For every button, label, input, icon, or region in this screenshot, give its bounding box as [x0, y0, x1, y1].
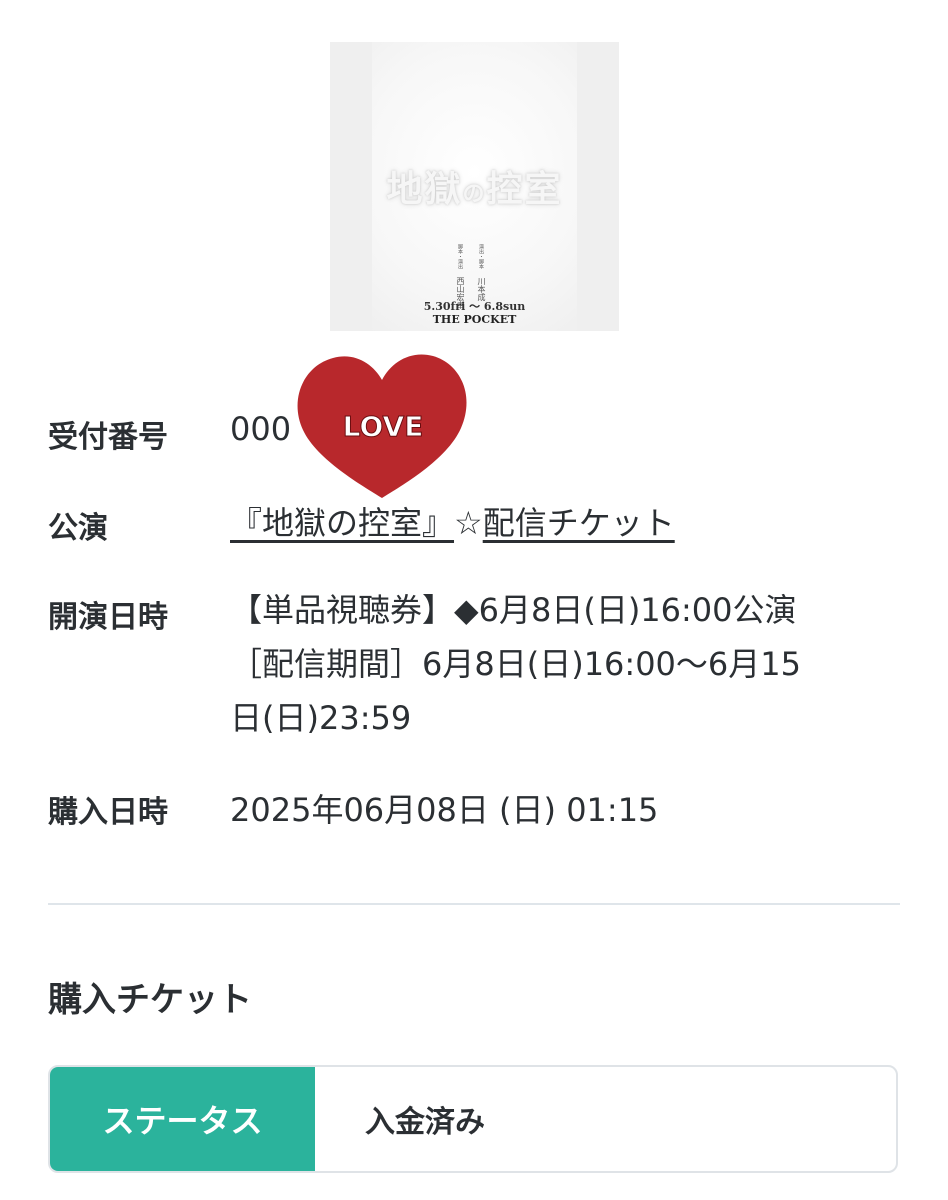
performance-title-link[interactable]: 『地獄の控室』	[230, 504, 454, 542]
showtime-line: 日(日)23:59	[230, 699, 412, 737]
showtime-line: 【単品視聴券】◆6月8日(日)16:00公演	[230, 591, 797, 629]
showtime-label: 開演日時	[48, 600, 168, 635]
performance-label: 公演	[48, 511, 108, 546]
purchase-datetime-value: 2025年06月08日 (日) 01:15	[230, 791, 659, 829]
poster-title: 地獄の控室	[330, 160, 619, 212]
poster-title-part3: 控室	[486, 168, 563, 210]
purchased-tickets-heading: 購入チケット	[48, 980, 252, 1020]
section-divider	[48, 903, 900, 905]
event-poster-image: 地獄の控室 脚本・演出 西山宏幸 演出・脚本 川本成 5.30fri 〜 6.8…	[330, 42, 619, 331]
showtime-line: ［配信期間］6月8日(日)16:00〜6月15	[230, 645, 801, 683]
performance-value: 『地獄の控室』☆配信チケット	[230, 498, 675, 544]
love-heart-sticker: LOVE	[297, 354, 467, 498]
poster-venue: THE POCKET	[432, 313, 517, 326]
poster-title-part1: 地獄	[386, 168, 463, 210]
receipt-number-value: 000	[230, 410, 292, 448]
poster-credit-role: 演出・脚本	[478, 244, 484, 269]
status-label: ステータス	[50, 1067, 315, 1171]
purchase-datetime-label: 購入日時	[48, 795, 168, 830]
poster-title-part2: の	[462, 181, 487, 207]
star-icon: ☆	[454, 504, 483, 542]
showtime-value: 【単品視聴券】◆6月8日(日)16:00公演 ［配信期間］6月8日(日)16:0…	[230, 583, 910, 745]
ticket-status-row: ステータス 入金済み	[48, 1065, 898, 1173]
poster-dates: 5.30fri 〜 6.8sun	[423, 300, 526, 313]
stream-ticket-link[interactable]: 配信チケット	[483, 504, 675, 542]
status-value: 入金済み	[365, 1105, 485, 1140]
receipt-number-label: 受付番号	[48, 420, 168, 455]
love-sticker-text: LOVE	[343, 410, 424, 443]
poster-credit-role: 脚本・演出	[457, 244, 463, 269]
